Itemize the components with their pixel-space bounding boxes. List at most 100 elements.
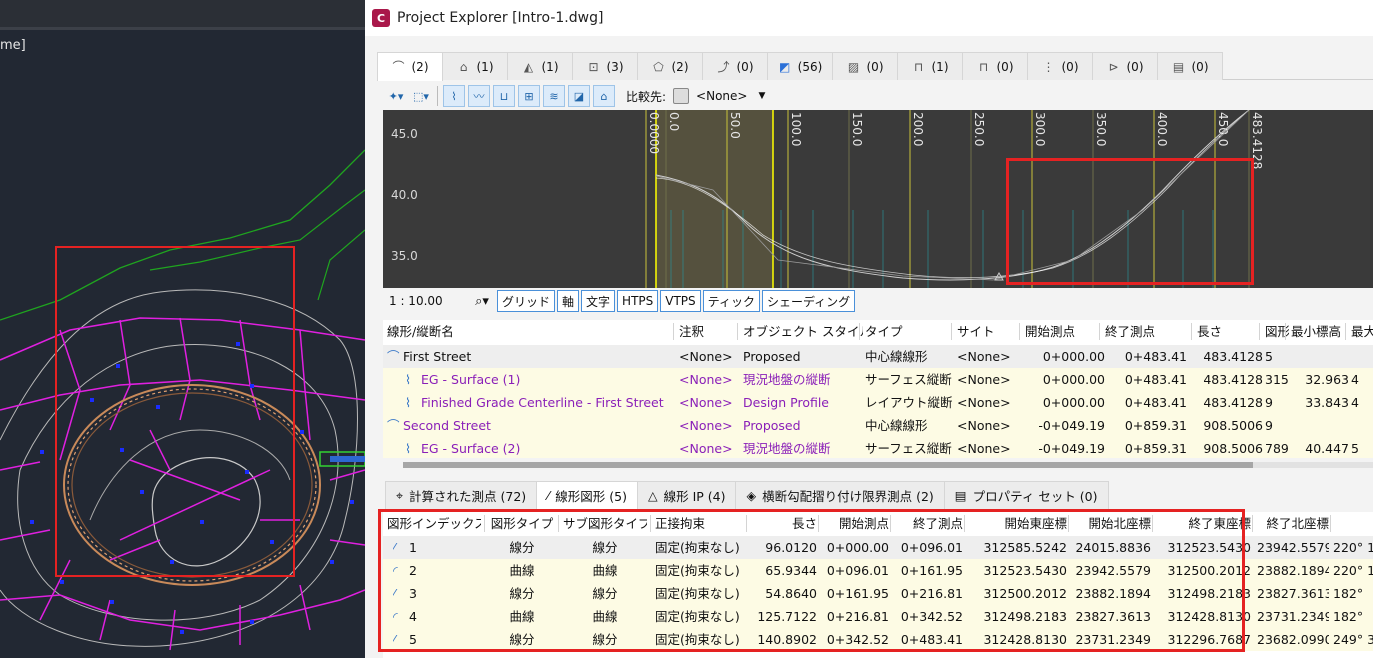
column-divider[interactable] [1330, 515, 1331, 532]
object-tab-view-frame[interactable]: ⊳ (0) [1092, 52, 1158, 80]
profile-view-icon[interactable]: ⌇ [443, 85, 465, 107]
column-divider[interactable] [1019, 323, 1020, 340]
table-row[interactable]: ⁄ 3 線分 線分 固定(拘束なし) 54.8640 0+161.95 0+216.81 312… [383, 582, 1373, 605]
table-cell [1291, 414, 1349, 437]
object-tab-catchment[interactable]: ▨ (0) [832, 52, 898, 80]
column-header[interactable]: 開始北座標 [1073, 512, 1151, 535]
graph-toggle-button[interactable]: シェーディング [761, 290, 856, 312]
profile-superimpose-icon[interactable]: ≋ [543, 85, 565, 107]
column-divider[interactable] [1252, 515, 1253, 532]
detail-tab-pi[interactable]: △ 線形 IP (4) [636, 481, 737, 509]
column-divider[interactable] [1152, 515, 1153, 532]
table-row[interactable]: ⌇ Finished Grade Centerline - First Stree… [383, 391, 1373, 414]
detail-tab-segment[interactable]: ⁄ 線形図形 (5) [536, 481, 638, 509]
graph-toggle-button[interactable]: ティック [702, 290, 760, 312]
table-row[interactable]: ⁄ 5 線分 線分 固定(拘束なし) 140.8902 0+342.52 0+483.41 31… [383, 628, 1373, 651]
object-tab-surface[interactable]: ⬠ (2) [637, 52, 703, 80]
compare-select[interactable]: <None> [696, 89, 747, 103]
column-divider[interactable] [964, 515, 965, 532]
detail-tab-property-set[interactable]: ▤ プロパティ セット (0) [943, 481, 1109, 509]
table-cell: 曲線 [509, 609, 535, 624]
column-divider[interactable] [1068, 515, 1069, 532]
column-divider[interactable] [1099, 323, 1100, 340]
column-header[interactable]: 注釈 [679, 320, 741, 343]
column-header[interactable]: サブ図形タイプ [563, 512, 647, 535]
column-header[interactable]: 終了北座標 [1257, 512, 1329, 535]
graph-toggle-button[interactable]: 文字 [581, 290, 616, 312]
scrollbar-thumb[interactable] [403, 462, 1253, 468]
column-divider[interactable] [859, 323, 860, 340]
table-cell: 23942.5579 [1075, 563, 1151, 578]
table-row[interactable]: ⌇ EG - Surface (1) <None> 現況地盤の縦断 サーフェス縦断 <No… [383, 368, 1373, 391]
profile-graph[interactable]: 45.0 40.0 35.0 0.0000 0.0 50.0 100.0 150.0 200.0… [383, 110, 1373, 288]
table-row[interactable]: ⌇ EG - Surface (2) <None> 現況地盤の縦断 サーフェス縦断 <No… [383, 437, 1373, 458]
object-tab-pressure-network[interactable]: ⊓ (0) [962, 52, 1028, 80]
column-divider[interactable] [673, 323, 674, 340]
object-tab-point[interactable]: ◩ (56) [767, 52, 833, 80]
profile-section-icon[interactable]: ◪ [568, 85, 590, 107]
object-tab-parcel[interactable]: ⌂ (1) [442, 52, 508, 80]
table-row[interactable]: ⌒ Second Street <None> Proposed 中心線線形 <None> -… [383, 414, 1373, 437]
graph-toggle-button[interactable]: HTPS [617, 290, 659, 312]
table-row[interactable]: ◜ 4 曲線 曲線 固定(拘束なし) 125.7122 0+216.81 0+342.52 31… [383, 605, 1373, 628]
column-header[interactable]: 終了測点 [895, 512, 963, 535]
column-header[interactable]: 終了東座標 [1157, 512, 1251, 535]
column-divider[interactable] [737, 323, 738, 340]
column-header[interactable]: 図形インデックス [387, 512, 481, 535]
column-divider[interactable] [1345, 323, 1346, 340]
column-divider[interactable] [650, 515, 651, 532]
object-tab-sample-line[interactable]: ⋮ (0) [1027, 52, 1093, 80]
column-header[interactable] [1335, 512, 1373, 535]
column-header[interactable]: 最大 [1351, 320, 1373, 343]
column-header[interactable]: 開始測点 [823, 512, 889, 535]
column-divider[interactable] [746, 515, 747, 532]
table-cell: 0+216.81 [900, 586, 963, 601]
column-header[interactable]: タイプ [865, 320, 955, 343]
column-divider[interactable] [951, 323, 952, 340]
column-header[interactable]: 長さ [751, 512, 817, 535]
column-header[interactable]: 線形/縦断名 [387, 320, 677, 343]
column-divider[interactable] [484, 515, 485, 532]
profile-band-icon[interactable]: ⊞ [518, 85, 540, 107]
table-row[interactable]: ⁄ 1 線分 線分 固定(拘束なし) 96.0120 0+000.00 0+096.01 312… [383, 536, 1373, 559]
column-header[interactable]: サイト [957, 320, 1023, 343]
column-divider[interactable] [818, 515, 819, 532]
table-cell: 32.963 [1305, 372, 1349, 387]
detail-tab-computed-station[interactable]: ⌖ 計算された測点 (72) [385, 481, 538, 509]
create-profile-icon[interactable]: ⬚▾ [410, 85, 432, 107]
column-header[interactable]: 正接拘束 [655, 512, 743, 535]
zoom-icon[interactable]: ⌕▾ [469, 290, 495, 312]
table-row[interactable]: ◜ 2 曲線 曲線 固定(拘束なし) 65.9344 0+096.01 0+161.95 312… [383, 559, 1373, 582]
graph-toggle-button[interactable]: グリッド [497, 290, 556, 312]
column-header[interactable]: 終了測点 [1105, 320, 1187, 343]
chevron-down-icon[interactable]: ▼ [758, 91, 765, 101]
scale-select[interactable]: 1 : 10.00 [389, 294, 467, 308]
column-header[interactable]: 最小標高 [1291, 320, 1349, 343]
cad-drawing-viewport[interactable]: me] [0, 0, 365, 658]
horizontal-scrollbar[interactable] [403, 462, 1373, 468]
column-divider[interactable] [1259, 323, 1260, 340]
column-divider[interactable] [890, 515, 891, 532]
object-tab-feature-line[interactable]: ⤴ (0) [702, 52, 768, 80]
profile-quick-icon[interactable]: ⌂ [593, 85, 615, 107]
object-tab-alignment[interactable]: ⌒ (2) [377, 52, 443, 81]
column-header[interactable]: 開始東座標 [969, 512, 1067, 535]
profile-layout-icon[interactable]: ⊔ [493, 85, 515, 107]
object-tab-pipe-network[interactable]: ⊓ (1) [897, 52, 963, 80]
column-divider[interactable] [1191, 323, 1192, 340]
column-header[interactable]: 長さ [1197, 320, 1263, 343]
column-divider[interactable] [558, 515, 559, 532]
column-header[interactable]: オブジェクト スタイル [743, 320, 863, 343]
profile-surface-icon[interactable]: 〰 [468, 85, 490, 107]
column-divider[interactable] [1285, 323, 1286, 340]
column-header[interactable]: 図形タイプ [489, 512, 555, 535]
create-alignment-icon[interactable]: ✦▾ [385, 85, 407, 107]
table-row[interactable]: ⌒ First Street <None> Proposed 中心線線形 <None> 0+… [383, 345, 1373, 368]
detail-tab-superelevation[interactable]: ◈ 横断勾配摺り付け限界測点 (2) [735, 481, 945, 509]
graph-toggle-button[interactable]: 軸 [557, 290, 580, 312]
object-tab-assembly[interactable]: ⊡ (3) [572, 52, 638, 80]
object-tab-sheet[interactable]: ▤ (0) [1157, 52, 1223, 80]
column-header[interactable]: 開始測点 [1025, 320, 1105, 343]
object-tab-corridor[interactable]: ◭ (1) [507, 52, 573, 80]
graph-toggle-button[interactable]: VTPS [660, 290, 701, 312]
